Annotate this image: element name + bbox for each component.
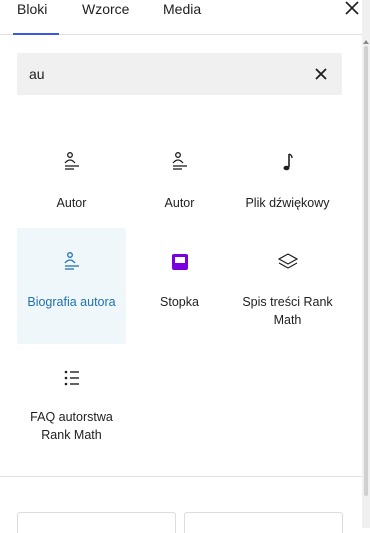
- tab-blocks[interactable]: Bloki: [12, 0, 60, 35]
- block-item-author[interactable]: Autor: [125, 140, 234, 226]
- scroll-up-arrow-icon[interactable]: [363, 40, 369, 44]
- author-icon: [61, 151, 83, 173]
- block-item-table-of-contents[interactable]: Spis treści Rank Math: [233, 228, 342, 344]
- table-of-contents-icon: [277, 251, 299, 273]
- block-label: FAQ autorstwa Rank Math: [30, 410, 113, 442]
- inserter-tabs: Bloki Wzorce Media: [0, 0, 362, 35]
- search-input[interactable]: [17, 53, 309, 95]
- faq-list-icon: [61, 367, 83, 389]
- pattern-card[interactable]: [184, 512, 343, 533]
- close-icon[interactable]: [343, 0, 361, 18]
- block-label: Spis treści Rank Math: [242, 295, 333, 327]
- block-label: Stopka: [160, 295, 199, 309]
- block-label: Plik dźwiękowy: [245, 196, 330, 210]
- tab-media[interactable]: Media: [163, 0, 201, 34]
- block-item-faq[interactable]: FAQ autorstwa Rank Math: [17, 356, 126, 456]
- pattern-card[interactable]: [17, 512, 176, 533]
- audio-note-icon: [277, 151, 299, 173]
- block-item-author-bio[interactable]: Biografia autora: [17, 228, 126, 344]
- block-item-author[interactable]: Autor: [17, 140, 126, 226]
- footer-template-icon: [169, 251, 191, 273]
- block-search: [17, 53, 342, 95]
- block-item-audio[interactable]: Plik dźwiękowy: [233, 140, 342, 226]
- clear-icon[interactable]: [313, 66, 329, 82]
- section-divider: [0, 476, 362, 477]
- author-bio-icon: [61, 251, 83, 273]
- scrollbar-thumb[interactable]: [364, 46, 368, 496]
- author-icon: [169, 151, 191, 173]
- block-item-footer[interactable]: Stopka: [125, 228, 234, 344]
- block-label: Autor: [164, 196, 195, 210]
- block-label: Autor: [56, 196, 87, 210]
- tab-patterns[interactable]: Wzorce: [82, 0, 129, 34]
- block-label: Biografia autora: [27, 295, 116, 309]
